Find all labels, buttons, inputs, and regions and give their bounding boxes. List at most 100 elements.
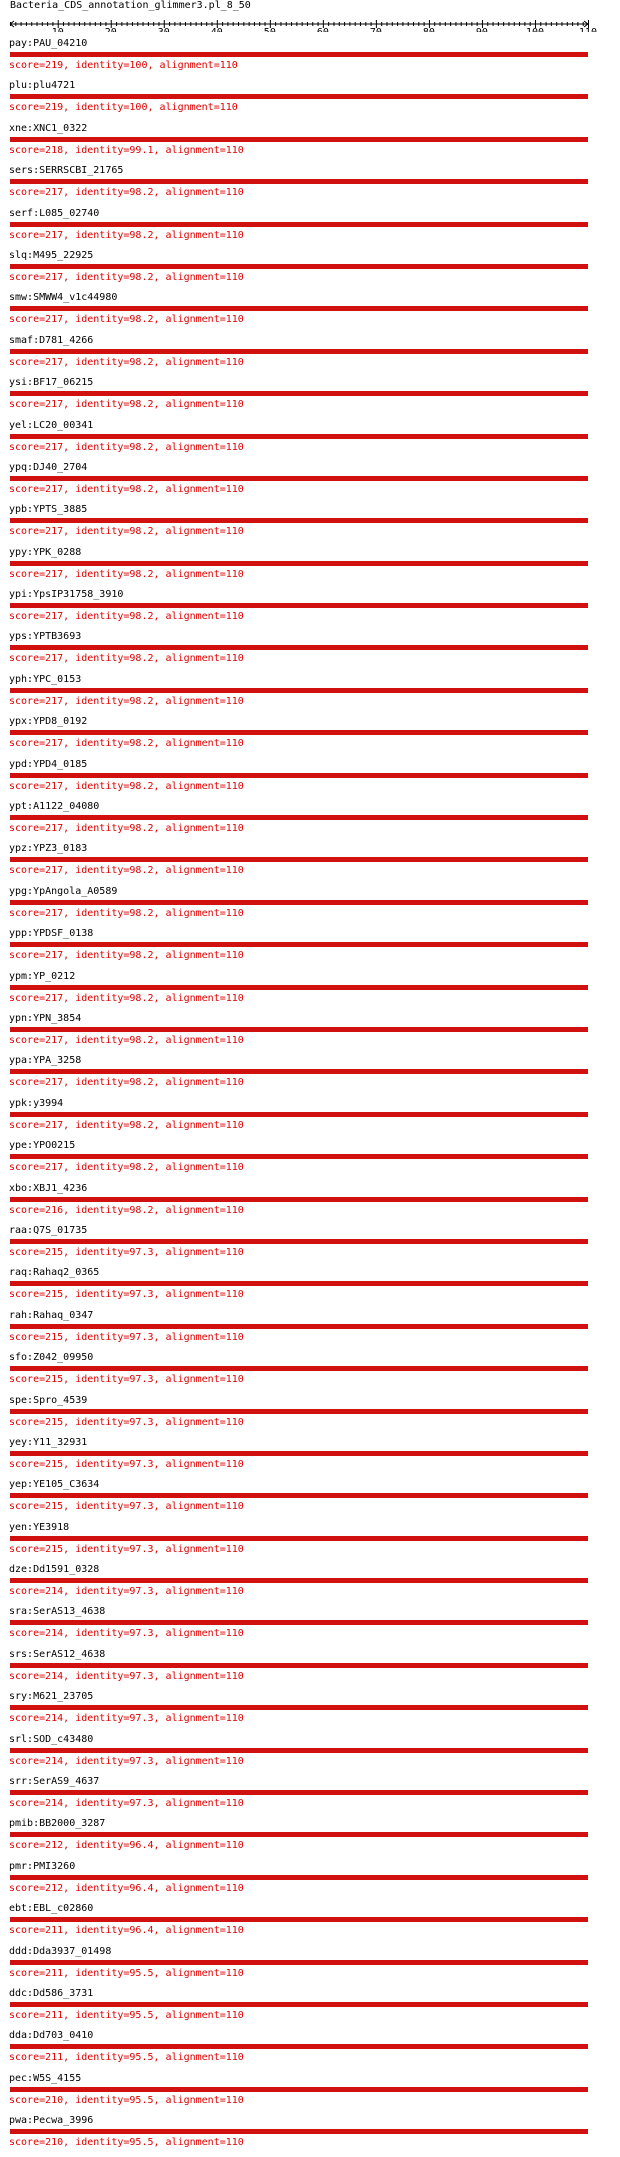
hit-name-link[interactable]: yey:Y11_32931 — [9, 1437, 87, 1449]
alignment-bar[interactable] — [10, 1535, 588, 1541]
alignment-bar[interactable] — [10, 306, 588, 312]
hit-name-link[interactable]: ddc:Dd586_3731 — [9, 1988, 93, 2000]
alignment-bar[interactable] — [10, 2001, 588, 2007]
alignment-bar[interactable] — [10, 815, 588, 821]
hit-name-link[interactable]: yen:YE3918 — [9, 1522, 69, 1534]
alignment-bar[interactable] — [10, 603, 588, 609]
hit-name-link[interactable]: ypq:DJ40_2704 — [9, 462, 87, 474]
alignment-bar[interactable] — [10, 1196, 588, 1202]
alignment-bar[interactable] — [10, 984, 588, 990]
alignment-bar[interactable] — [10, 1959, 588, 1965]
hit-name-link[interactable]: pec:W5S_4155 — [9, 2073, 81, 2085]
hit-name-link[interactable]: ypg:YpAngola_A0589 — [9, 886, 117, 898]
hit-name-link[interactable]: spe:Spro_4539 — [9, 1395, 87, 1407]
alignment-bar[interactable] — [10, 1366, 588, 1372]
hit-name-link[interactable]: rah:Rahaq_0347 — [9, 1310, 93, 1322]
hit-name-link[interactable]: raa:Q7S_01735 — [9, 1225, 87, 1237]
hit-name-link[interactable]: dze:Dd1591_0328 — [9, 1564, 99, 1576]
hit-name-link[interactable]: ypp:YPDSF_0138 — [9, 928, 93, 940]
alignment-bar[interactable] — [10, 52, 588, 57]
hit-name-link[interactable]: yep:YE105_C3634 — [9, 1479, 99, 1491]
alignment-bar[interactable] — [10, 1069, 588, 1075]
hit-name-link[interactable]: slq:M495_22925 — [9, 250, 93, 262]
alignment-bar[interactable] — [10, 1790, 588, 1796]
hit-name-link[interactable]: sfo:Z042_09950 — [9, 1352, 93, 1364]
alignment-bar[interactable] — [10, 899, 588, 905]
alignment-bar[interactable] — [10, 1705, 588, 1711]
alignment-bar[interactable] — [10, 1026, 588, 1032]
alignment-bar[interactable] — [10, 772, 588, 778]
hit-name-link[interactable]: ebt:EBL_c02860 — [9, 1903, 93, 1915]
alignment-bar[interactable] — [10, 2044, 588, 2050]
hit-name-link[interactable]: yel:LC20_00341 — [9, 420, 93, 432]
alignment-bar[interactable] — [10, 1281, 588, 1287]
alignment-bar[interactable] — [10, 1111, 588, 1117]
hit-name-link[interactable]: ypx:YPD8_0192 — [9, 716, 87, 728]
hit-name-link[interactable]: dda:Dd703_0410 — [9, 2030, 93, 2042]
alignment-bar[interactable] — [10, 2129, 588, 2135]
hit-name-link[interactable]: xbo:XBJ1_4236 — [9, 1183, 87, 1195]
alignment-bar[interactable] — [10, 730, 588, 736]
alignment-bar[interactable] — [10, 1323, 588, 1329]
hit-name-link[interactable]: smaf:D781_4266 — [9, 335, 93, 347]
alignment-bar[interactable] — [10, 1620, 588, 1626]
alignment-bar[interactable] — [10, 2086, 588, 2092]
alignment-bar[interactable] — [10, 94, 588, 100]
alignment-bar[interactable] — [10, 1238, 588, 1244]
alignment-bar[interactable] — [10, 475, 588, 481]
alignment-bar[interactable] — [10, 263, 588, 269]
hit-name-link[interactable]: ddd:Dda3937_01498 — [9, 1946, 111, 1958]
alignment-bar[interactable] — [10, 1832, 588, 1838]
alignment-bar[interactable] — [10, 645, 588, 651]
hit-name-link[interactable]: ypn:YPN_3854 — [9, 1013, 81, 1025]
alignment-bar[interactable] — [10, 518, 588, 524]
hit-name-link[interactable]: pmib:BB2000_3287 — [9, 1818, 105, 1830]
hit-name-link[interactable]: yps:YPTB3693 — [9, 631, 81, 643]
alignment-bar[interactable] — [10, 1578, 588, 1584]
alignment-bar[interactable] — [10, 179, 588, 185]
alignment-bar[interactable] — [10, 348, 588, 354]
alignment-bar[interactable] — [10, 1662, 588, 1668]
alignment-bar[interactable] — [10, 1917, 588, 1923]
hit-name-link[interactable]: srs:SerAS12_4638 — [9, 1649, 105, 1661]
hit-name-link[interactable]: sers:SERRSCBI_21765 — [9, 165, 123, 177]
hit-name-link[interactable]: ypz:YPZ3_0183 — [9, 843, 87, 855]
hit-name-link[interactable]: ypm:YP_0212 — [9, 971, 75, 983]
hit-name-link[interactable]: plu:plu4721 — [9, 80, 75, 92]
hit-name-link[interactable]: ypt:A1122_04080 — [9, 801, 99, 813]
alignment-bar[interactable] — [10, 1874, 588, 1880]
hit-name-link[interactable]: sry:M621_23705 — [9, 1691, 93, 1703]
hit-name-link[interactable]: raq:Rahaq2_0365 — [9, 1267, 99, 1279]
alignment-bar[interactable] — [10, 136, 588, 142]
alignment-bar[interactable] — [10, 1493, 588, 1499]
hit-name-link[interactable]: ype:YPO0215 — [9, 1140, 75, 1152]
alignment-bar[interactable] — [10, 857, 588, 863]
hit-name-link[interactable]: ypd:YPD4_0185 — [9, 759, 87, 771]
hit-name-link[interactable]: srl:SOD_c43480 — [9, 1734, 93, 1746]
alignment-bar[interactable] — [10, 1408, 588, 1414]
alignment-bar[interactable] — [10, 1154, 588, 1160]
hit-name-link[interactable]: ysi:BF17_06215 — [9, 377, 93, 389]
alignment-bar[interactable] — [10, 1747, 588, 1753]
hit-name-link[interactable]: xne:XNC1_0322 — [9, 123, 87, 135]
hit-name-link[interactable]: sra:SerAS13_4638 — [9, 1606, 105, 1618]
hit-name-link[interactable]: ypi:YpsIP31758_3910 — [9, 589, 123, 601]
alignment-bar[interactable] — [10, 687, 588, 693]
alignment-bar[interactable] — [10, 433, 588, 439]
hit-name-link[interactable]: ypk:y3994 — [9, 1098, 63, 1110]
hit-name-link[interactable]: serf:L085_02740 — [9, 208, 99, 220]
hit-name-link[interactable]: pmr:PMI3260 — [9, 1861, 75, 1873]
hit-name-link[interactable]: ypb:YPTS_3885 — [9, 504, 87, 516]
hit-name-link[interactable]: srr:SerAS9_4637 — [9, 1776, 99, 1788]
hit-name-link[interactable]: ypa:YPA_3258 — [9, 1055, 81, 1067]
hit-name-link[interactable]: pay:PAU_04210 — [9, 38, 87, 50]
alignment-bar[interactable] — [10, 1450, 588, 1456]
hit-name-link[interactable]: ypy:YPK_0288 — [9, 547, 81, 559]
hit-name-link[interactable]: yph:YPC_0153 — [9, 674, 81, 686]
alignment-bar[interactable] — [10, 942, 588, 948]
alignment-bar[interactable] — [10, 221, 588, 227]
alignment-bar[interactable] — [10, 391, 588, 397]
alignment-bar[interactable] — [10, 560, 588, 566]
hit-name-link[interactable]: smw:SMWW4_v1c44980 — [9, 292, 117, 304]
hit-name-link[interactable]: pwa:Pecwa_3996 — [9, 2115, 93, 2127]
